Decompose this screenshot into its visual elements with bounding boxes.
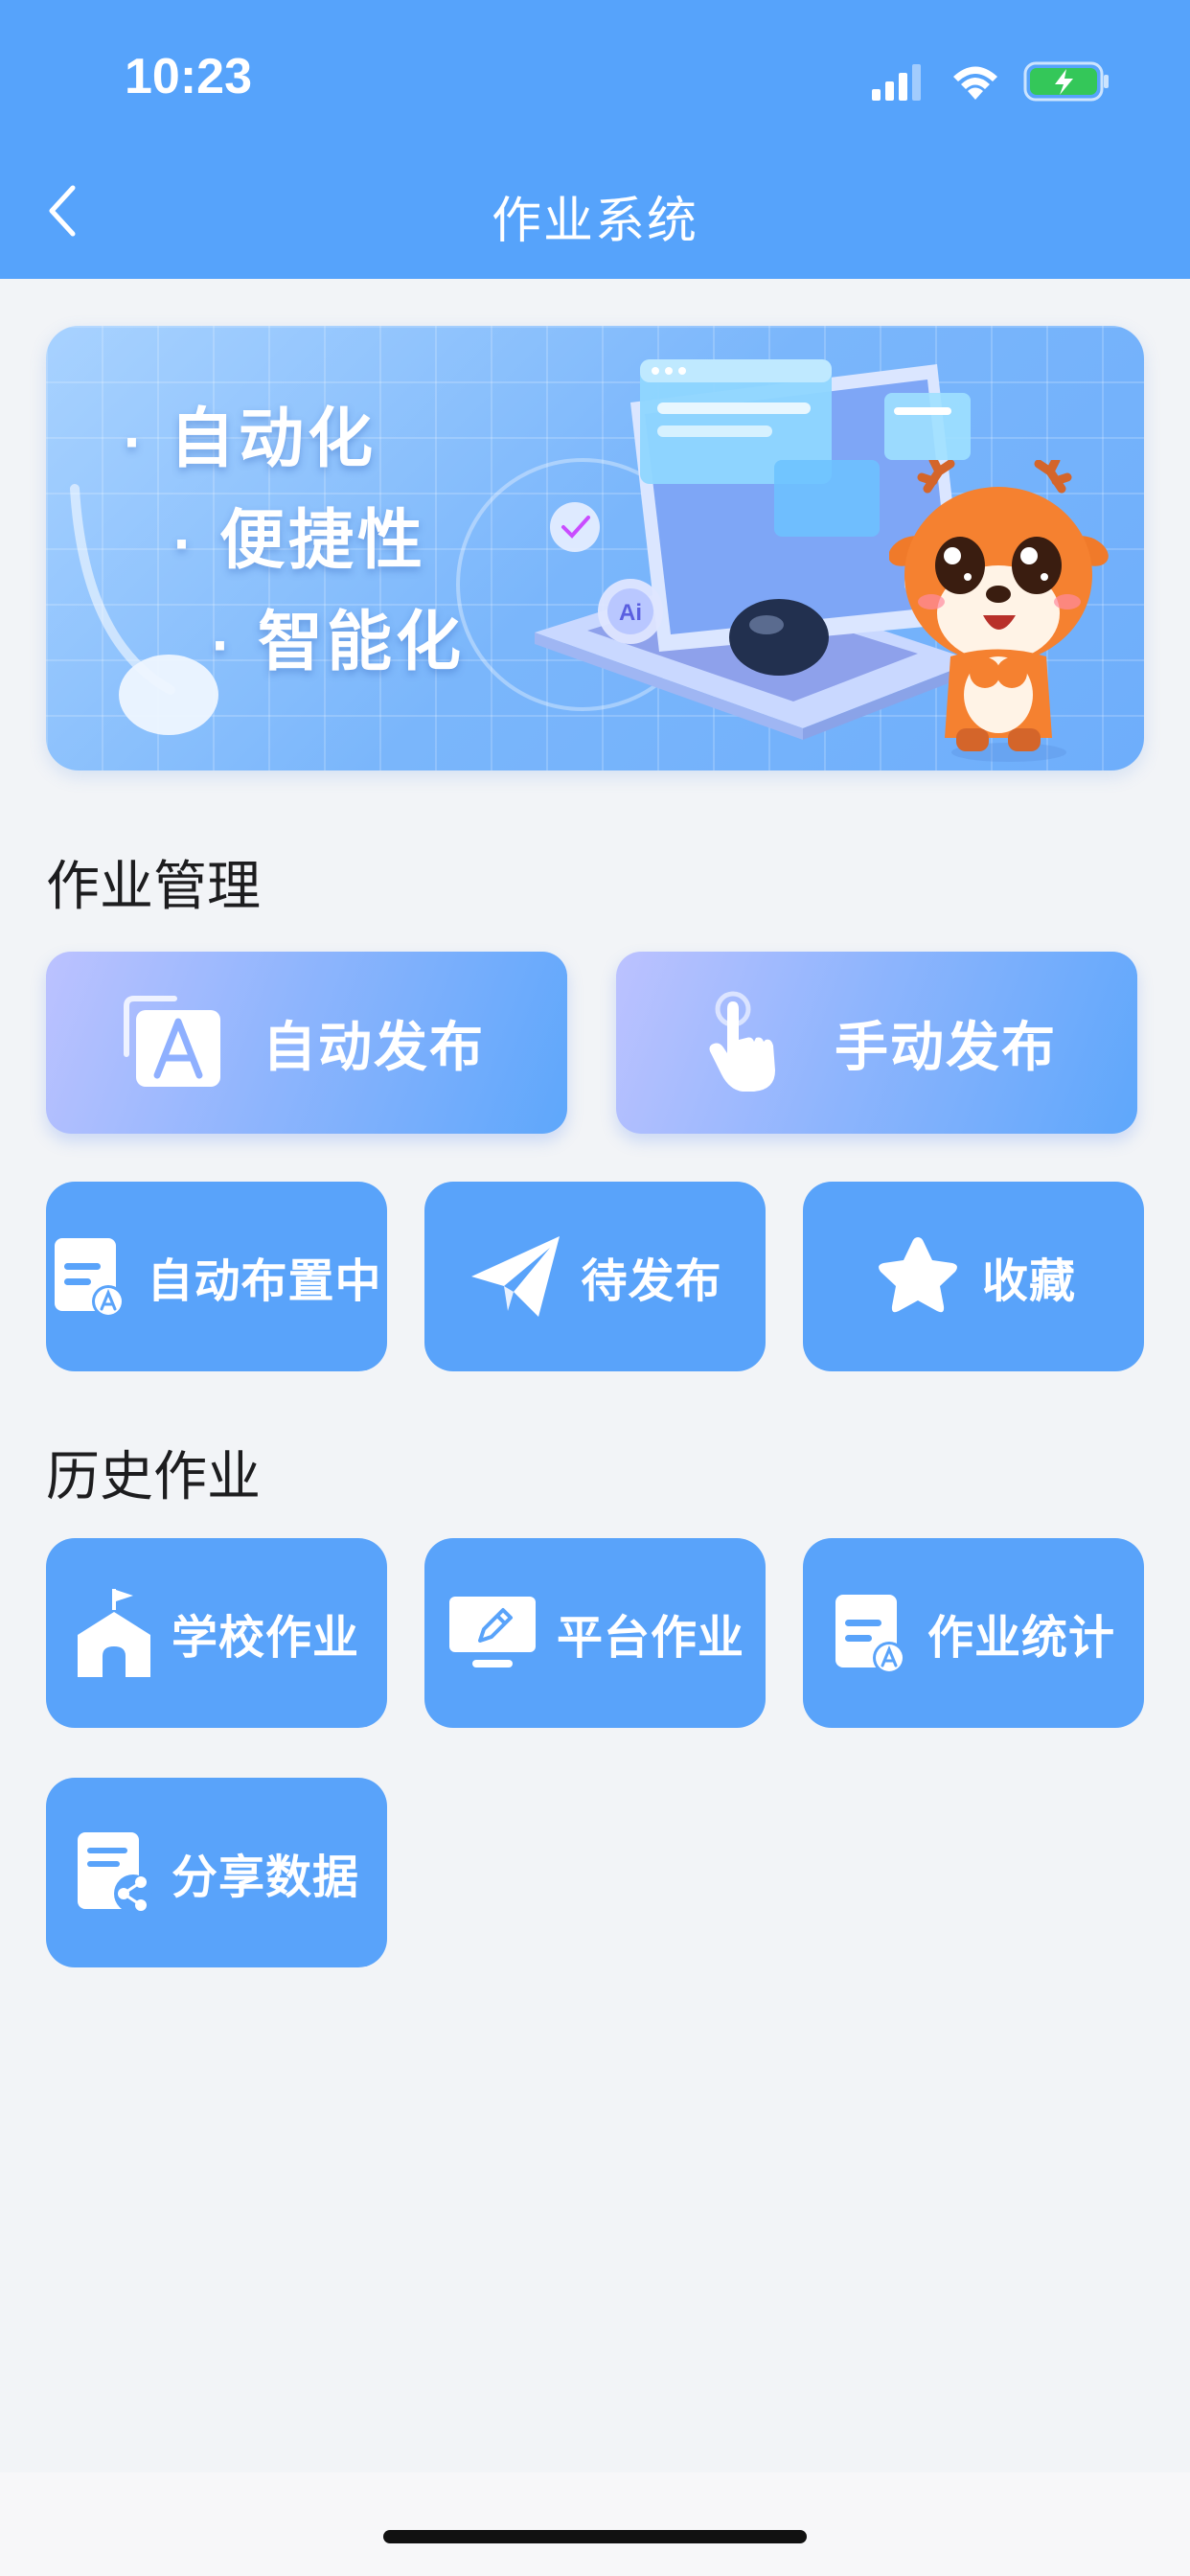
auto-publish-label: 自动发布 <box>263 1016 485 1079</box>
document-a-icon <box>55 1238 126 1318</box>
wifi-icon <box>953 66 997 100</box>
promo-banner[interactable]: · 自动化 · 便捷性 · 智能化 Ai <box>46 326 1144 770</box>
signal-icon <box>872 64 921 101</box>
manual-publish-button[interactable]: 手动发布 <box>616 952 1137 1134</box>
battery-charging-icon <box>1023 61 1109 102</box>
status-time: 10:23 <box>125 49 252 104</box>
hand-tap-icon <box>709 991 775 1092</box>
favorites-label: 收藏 <box>981 1254 1076 1308</box>
home-indicator[interactable] <box>383 2530 807 2543</box>
auto-publish-button[interactable]: 自动发布 <box>46 952 567 1134</box>
header-bar: 10:23 作业系统 <box>0 0 1190 279</box>
auto-publish-icon <box>124 996 220 1087</box>
share-document-icon <box>77 1832 152 1913</box>
document-a-icon <box>835 1595 905 1674</box>
bullet-dot: · <box>172 517 195 573</box>
share-data-tile[interactable]: 分享数据 <box>46 1778 387 1967</box>
bullet-dot: · <box>123 415 145 472</box>
paper-plane-icon <box>471 1236 561 1317</box>
auto-assigning-tile[interactable]: 自动布置中 <box>46 1182 387 1371</box>
bullet-dot: · <box>211 618 233 675</box>
monitor-pen-icon <box>448 1597 536 1668</box>
homework-statistics-label: 作业统计 <box>927 1611 1115 1665</box>
platform-homework-tile[interactable]: 平台作业 <box>424 1538 766 1728</box>
favorites-tile[interactable]: 收藏 <box>803 1182 1144 1371</box>
pending-publish-tile[interactable]: 待发布 <box>424 1182 766 1371</box>
school-icon <box>77 1589 150 1677</box>
share-data-label: 分享数据 <box>171 1851 359 1904</box>
deer-mascot-illustration <box>889 460 1109 762</box>
section-title-history: 历史作业 <box>46 1446 261 1508</box>
banner-slogan-3: · 智能化 <box>211 605 466 680</box>
pending-publish-label: 待发布 <box>581 1254 722 1308</box>
banner-slogan-1: · 自动化 <box>123 402 378 477</box>
manual-publish-label: 手动发布 <box>835 1016 1057 1079</box>
school-homework-label: 学校作业 <box>171 1611 359 1665</box>
section-title-homework-management: 作业管理 <box>46 856 261 918</box>
page-title: 作业系统 <box>491 193 698 250</box>
auto-assigning-label: 自动布置中 <box>147 1254 382 1308</box>
homework-statistics-tile[interactable]: 作业统计 <box>803 1538 1144 1728</box>
bottom-safe-area <box>0 2472 1190 2576</box>
banner-slogan-2: · 便捷性 <box>172 503 427 579</box>
school-homework-tile[interactable]: 学校作业 <box>46 1538 387 1728</box>
status-icons <box>870 58 1111 105</box>
star-icon <box>879 1237 957 1313</box>
ai-badge-text: Ai <box>619 600 642 626</box>
platform-homework-label: 平台作业 <box>556 1611 744 1665</box>
